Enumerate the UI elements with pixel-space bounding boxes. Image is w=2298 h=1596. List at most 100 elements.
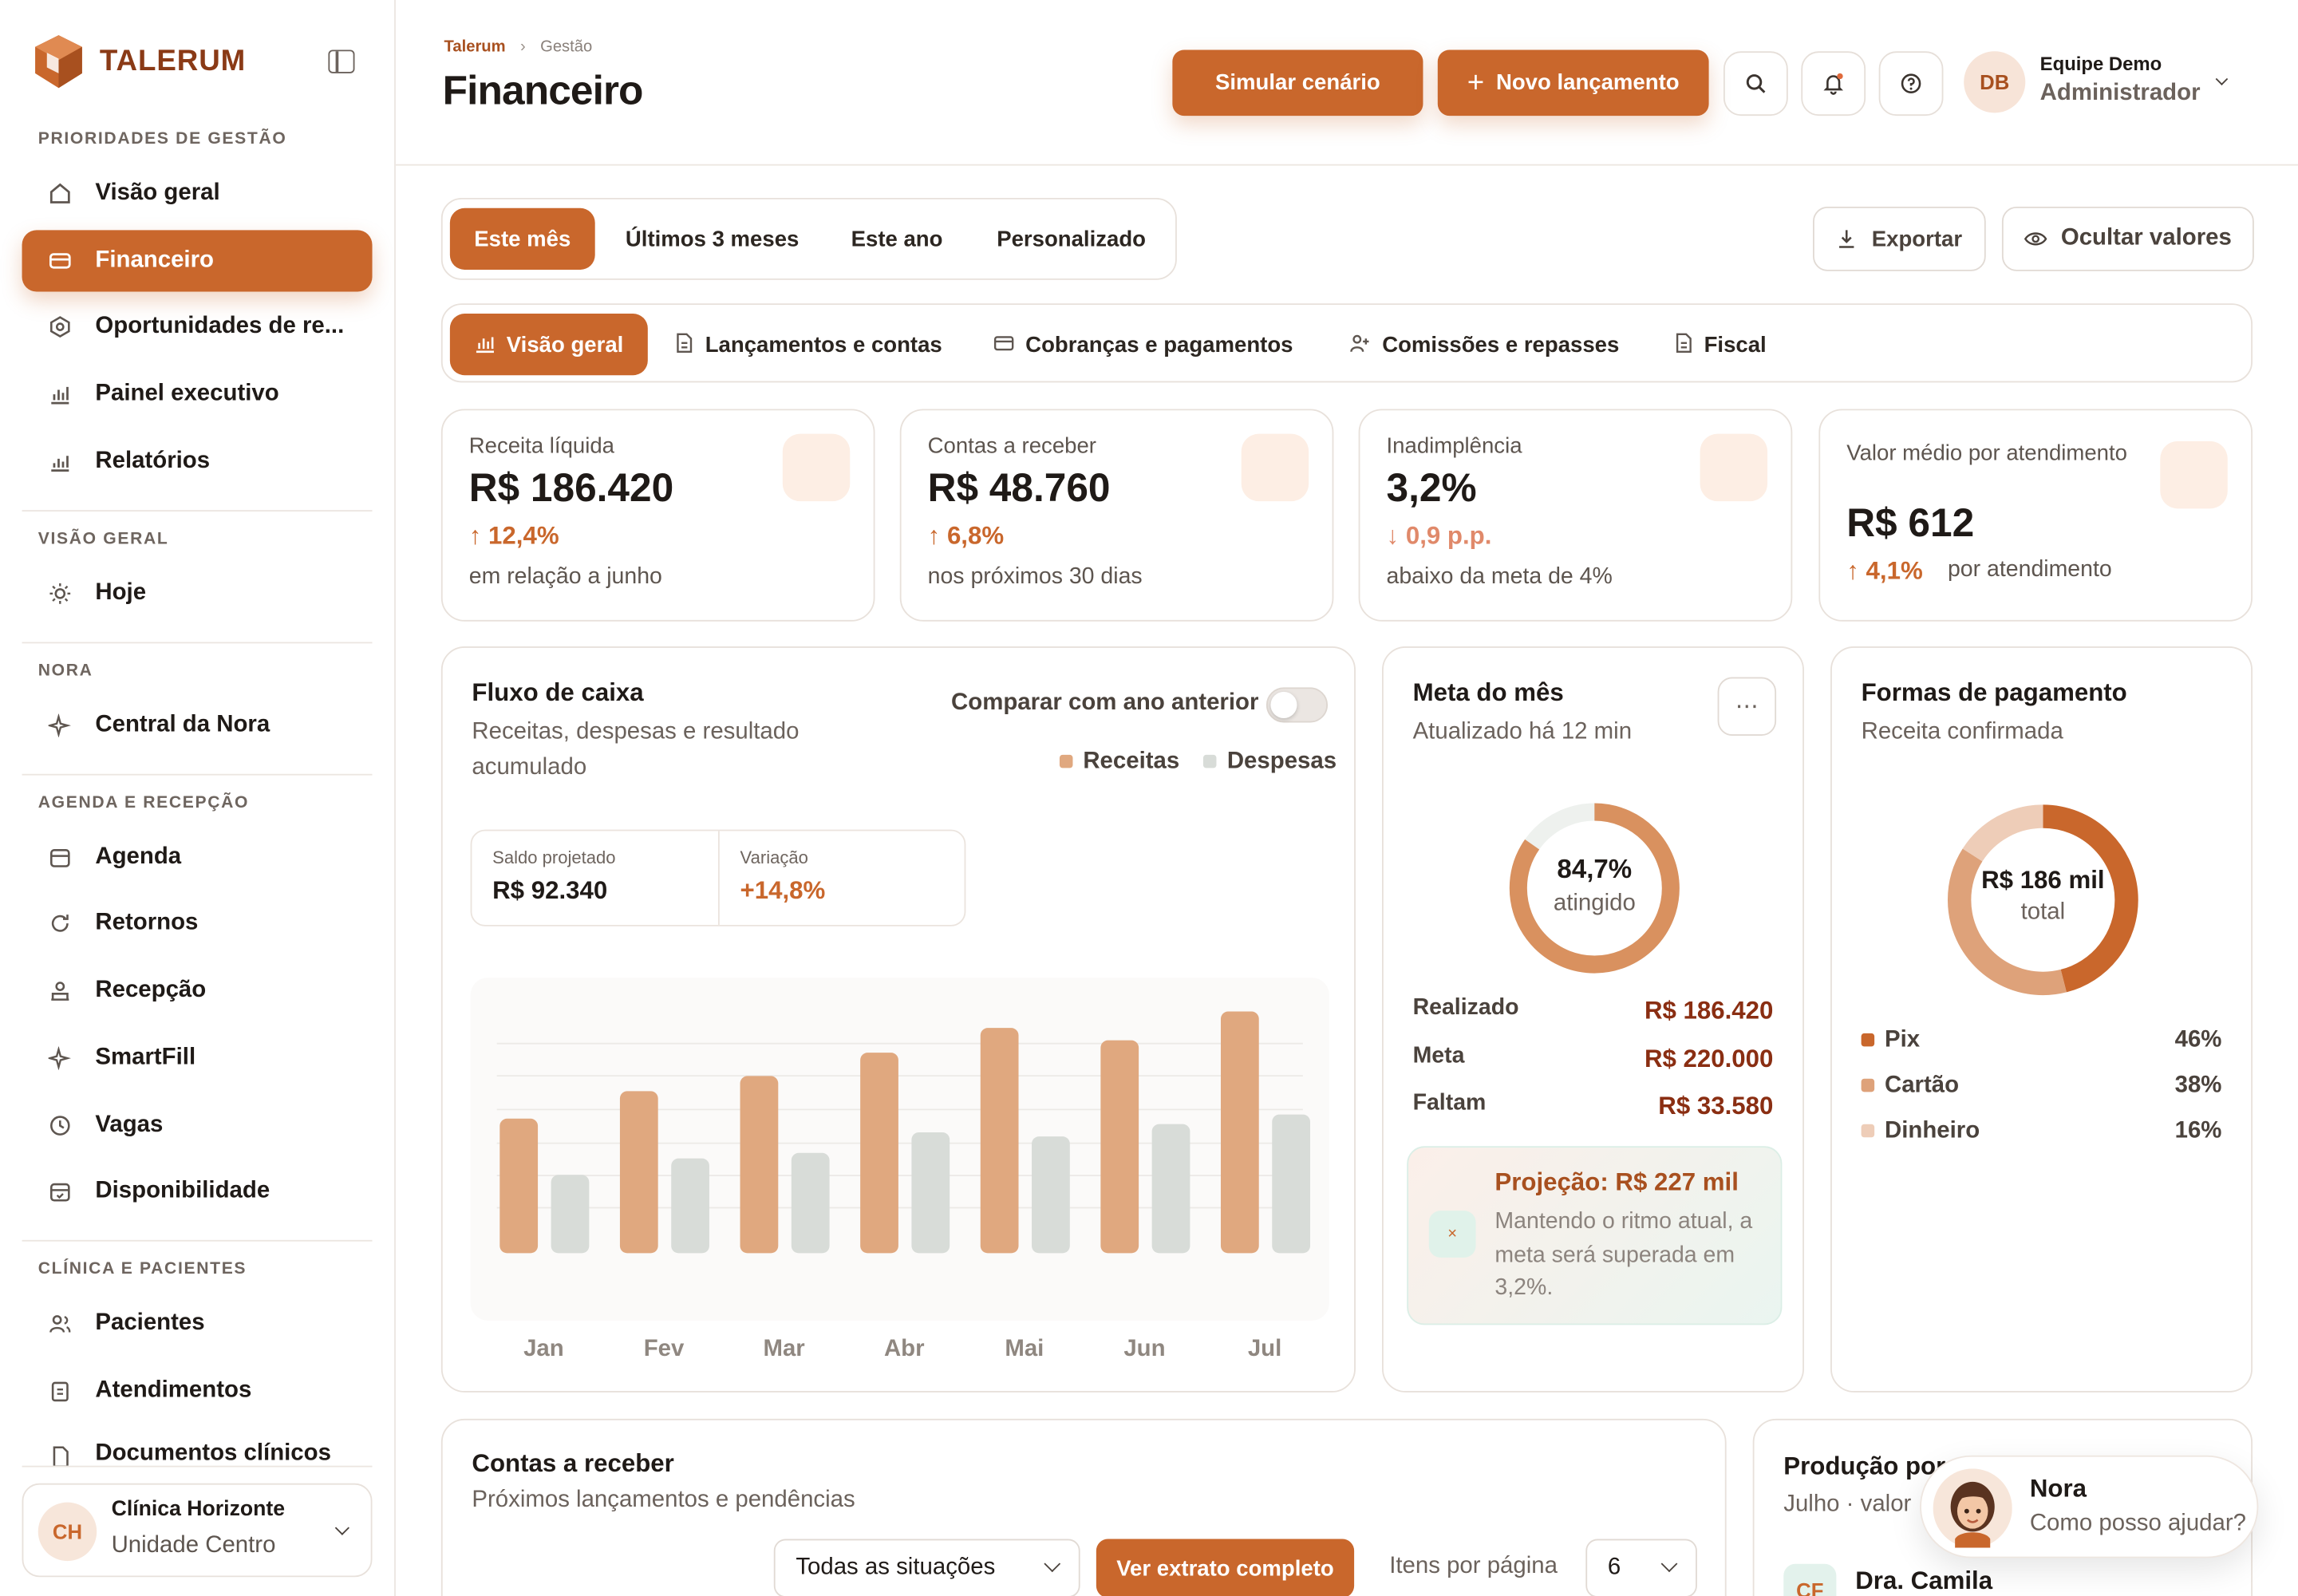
sidebar-item-painel-executivo[interactable]: Painel executivo xyxy=(22,364,373,425)
breadcrumb-root-link[interactable]: Talerum xyxy=(444,38,506,56)
sidebar-item-retornos[interactable]: Retornos xyxy=(22,893,373,954)
tab-ultimos-3-meses[interactable]: Últimos 3 meses xyxy=(606,208,817,270)
user-menu[interactable]: DB Equipe Demo Administrador xyxy=(1964,49,2242,117)
bar-despesas-jul xyxy=(1272,1114,1311,1254)
goal-caption: atingido xyxy=(1553,891,1636,916)
kpi-label: Valor médio por atendimento xyxy=(1846,440,2127,467)
tab-cobrancas[interactable]: Cobranças e pagamentos xyxy=(982,314,1305,375)
compare-toggle[interactable] xyxy=(1265,687,1329,723)
simulate-scenario-button[interactable]: Simular cenário xyxy=(1172,49,1423,117)
goal-row-label: Faltam xyxy=(1412,1090,1487,1116)
bar-receitas-jun xyxy=(1100,1040,1139,1254)
tab-label: Cobranças e pagamentos xyxy=(1025,332,1293,358)
new-entry-label: Novo lançamento xyxy=(1495,70,1680,96)
tab-visao-geral[interactable]: Visão geral xyxy=(449,314,648,376)
sidebar-item-disponibilidade[interactable]: Disponibilidade xyxy=(22,1161,373,1223)
sidebar-item-relatorios[interactable]: Relatórios xyxy=(22,431,373,492)
receivables-card: Contas a receber Próximos lançamentos e … xyxy=(440,1418,1727,1596)
sidebar-divider xyxy=(22,510,373,512)
notifications-button[interactable] xyxy=(1801,51,1866,117)
calendar-check-icon xyxy=(49,1180,72,1203)
nora-assistant-bubble[interactable]: Nora Como posso ajudar? xyxy=(1920,1455,2259,1558)
sidebar-item-atendimentos[interactable]: Atendimentos xyxy=(22,1360,373,1421)
sidebar-item-smartfill[interactable]: SmartFill xyxy=(22,1028,373,1089)
items-per-page-select[interactable]: 6 xyxy=(1585,1539,1697,1596)
tab-comissoes[interactable]: Comissões e repasses xyxy=(1331,314,1639,375)
section-title-nora: NORA xyxy=(38,662,93,681)
view-statement-button[interactable]: Ver extrato completo xyxy=(1096,1539,1355,1596)
sidebar-item-documentos[interactable]: Documentos clínicos xyxy=(22,1426,373,1466)
more-options-icon[interactable]: ⋯ xyxy=(1717,677,1777,737)
sidebar-item-label: SmartFill xyxy=(95,1045,196,1070)
arrow-up-icon: ↑ xyxy=(927,521,947,550)
wallet-icon xyxy=(49,249,72,272)
section-title-agenda: AGENDA E RECEPÇÃO xyxy=(38,794,250,812)
help-button[interactable] xyxy=(1878,51,1944,117)
page-title: Financeiro xyxy=(442,67,644,113)
new-entry-button[interactable]: + Novo lançamento xyxy=(1437,49,1709,117)
sidebar-item-vagas[interactable]: Vagas xyxy=(22,1095,373,1156)
sidebar-item-hoje[interactable]: Hoje xyxy=(22,563,373,624)
clinic-unit: Unidade Centro xyxy=(111,1533,276,1558)
bar-despesas-fev xyxy=(671,1158,709,1254)
cashflow-bar-chart: Jan Fev Mar Abr Mai Jun Jul xyxy=(470,978,1329,1361)
sidebar-item-label: Vagas xyxy=(95,1112,164,1138)
export-button[interactable]: Exportar xyxy=(1812,206,1986,271)
bar-despesas-mar xyxy=(791,1152,830,1254)
sidebar-item-central-da-nora[interactable]: Central da Nora xyxy=(22,695,373,757)
sidebar-item-recepcao[interactable]: Recepção xyxy=(22,960,373,1021)
sidebar-collapse-icon[interactable] xyxy=(328,49,355,73)
tab-fiscal[interactable]: Fiscal xyxy=(1653,314,1788,375)
bar-receitas-abr xyxy=(860,1053,898,1254)
sidebar-item-label: Pacientes xyxy=(95,1310,205,1336)
clinic-switcher[interactable]: CH Clínica Horizonte Unidade Centro xyxy=(22,1483,373,1578)
x-tick-label: Fev xyxy=(644,1335,685,1361)
arrow-up-icon: ↑ xyxy=(468,521,489,550)
search-button[interactable] xyxy=(1723,51,1788,117)
status-filter-select[interactable]: Todas as situações xyxy=(773,1539,1080,1596)
sidebar-item-label: Financeiro xyxy=(95,247,214,273)
items-per-page-label: Itens por página xyxy=(1389,1553,1558,1579)
bar-despesas-jan xyxy=(551,1175,590,1254)
card-title: Contas a receber xyxy=(472,1449,674,1478)
hide-values-button[interactable]: Ocultar valores xyxy=(2001,206,2254,271)
sidebar-item-agenda[interactable]: Agenda xyxy=(22,827,373,888)
user-name: Equipe Demo xyxy=(2039,53,2162,75)
sidebar-item-label: Agenda xyxy=(95,843,182,870)
talerum-logo-icon xyxy=(35,35,82,89)
sidebar-item-oportunidades[interactable]: Oportunidades de re... xyxy=(22,296,373,358)
x-tick-label: Jan xyxy=(523,1335,564,1361)
report-chart-icon xyxy=(49,450,72,473)
status-filter-value: Todas as situações xyxy=(796,1555,996,1580)
kpi-icon-badge xyxy=(2160,440,2228,509)
card-title: Produção por xyxy=(1783,1452,1946,1481)
sidebar-item-visao-geral[interactable]: Visão geral xyxy=(22,163,373,224)
tab-este-mes[interactable]: Este mês xyxy=(449,207,595,270)
goal-row-label: Realizado xyxy=(1412,995,1519,1021)
kpi-delta-value: 0,9 p.p. xyxy=(1405,521,1492,550)
sidebar-item-pacientes[interactable]: Pacientes xyxy=(22,1293,373,1354)
tab-este-ano[interactable]: Este ano xyxy=(827,208,967,270)
sidebar-item-financeiro[interactable]: Financeiro xyxy=(22,230,373,292)
payment-method-row: Pix 46% xyxy=(1861,1028,2221,1057)
download-icon xyxy=(1839,230,1854,248)
kpi-delta: ↑ 4,1% xyxy=(1846,557,1922,587)
sun-icon xyxy=(49,582,72,605)
brand-logo[interactable]: TALERUM xyxy=(32,32,246,90)
sidebar-item-label: Atendimentos xyxy=(95,1377,252,1403)
x-tick-label: Jun xyxy=(1123,1335,1165,1361)
sidebar-item-label: Recepção xyxy=(95,978,207,1003)
tab-personalizado[interactable]: Personalizado xyxy=(976,208,1167,270)
users-icon xyxy=(49,1312,72,1335)
kpi-delta: ↑ 6,8% xyxy=(928,522,1004,551)
sidebar: TALERUM PRIORIDADES DE GESTÃO Visão gera… xyxy=(0,0,396,1596)
kpi-card-valor-medio: Valor médio por atendimento R$ 612 ↑ 4,1… xyxy=(1818,409,2253,622)
x-tick-label: Mai xyxy=(1005,1335,1044,1361)
tab-lancamentos[interactable]: Lançamentos e contas xyxy=(662,314,955,375)
x-tick-label: Mar xyxy=(764,1335,805,1361)
payment-method-pct: 38% xyxy=(2174,1073,2222,1098)
kpi-icon-badge xyxy=(782,433,851,502)
period-tabs: Este mês Últimos 3 meses Este ano Person… xyxy=(440,197,1177,280)
clipboard-icon xyxy=(49,1379,72,1402)
kpi-value: R$ 48.760 xyxy=(927,466,1111,511)
